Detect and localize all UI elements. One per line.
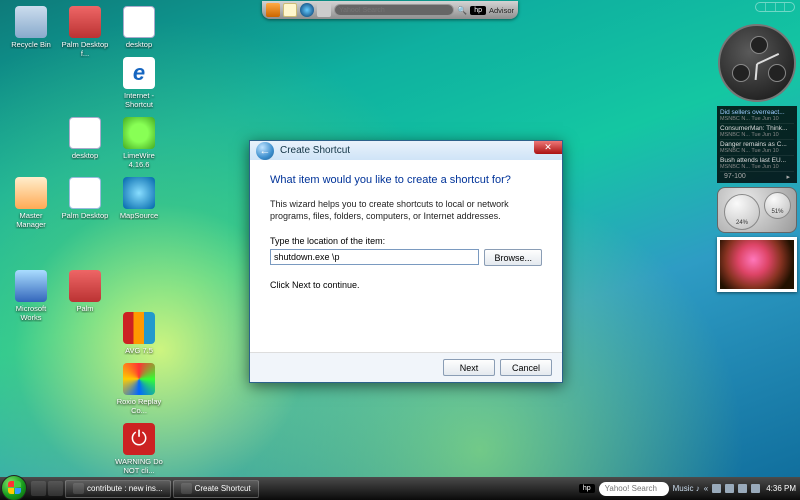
dock-icon-globe[interactable] — [300, 3, 314, 17]
tray-expand-icon[interactable]: « — [704, 484, 708, 493]
back-button-icon[interactable]: ← — [256, 142, 274, 160]
location-input[interactable] — [270, 249, 479, 265]
tray-icon-4[interactable] — [751, 484, 760, 493]
clock-gadget[interactable] — [718, 24, 796, 102]
desktop-icon[interactable]: Master Manager — [6, 177, 56, 229]
desktop-icon[interactable]: ⏻ WARNING Do NOT cli... — [114, 423, 164, 475]
dialog-heading: What item would you like to create a sho… — [270, 174, 542, 186]
desktop-icon[interactable]: Recycle Bin — [6, 6, 56, 49]
desktop-icon[interactable]: MapSource — [114, 177, 164, 220]
app-icon — [123, 117, 155, 149]
app-icon — [15, 270, 47, 302]
music-link[interactable]: Music ♪ — [673, 484, 700, 493]
tray-icon-1[interactable] — [712, 484, 721, 493]
ram-dial: 51% — [764, 192, 791, 219]
app-icon — [15, 177, 47, 209]
desktop-icon[interactable]: AVG 7.5 — [114, 312, 164, 355]
close-icon[interactable]: ✕ — [534, 141, 562, 154]
app-icon — [69, 6, 101, 38]
desktop-icon[interactable]: Palm — [60, 270, 110, 313]
desktop-icon[interactable]: Palm Desktop — [60, 177, 110, 220]
icon-label: Palm Desktop — [60, 211, 110, 220]
advisor-label[interactable]: Advisor — [489, 6, 514, 15]
feed-item[interactable]: Danger remains as C...MSNBC N... Tue Jun… — [720, 140, 794, 156]
app-icon: e — [123, 57, 155, 89]
continue-hint: Click Next to continue. — [270, 280, 542, 290]
windows-sidebar: Did sellers overreact...MSNBC N... Tue J… — [717, 24, 797, 292]
feed-item[interactable]: Bush attends last EU...MSNBC N... Tue Ju… — [720, 156, 794, 172]
app-icon — [123, 363, 155, 395]
dialog-title: Create Shortcut — [280, 145, 350, 156]
icon-label: AVG 7.5 — [114, 346, 164, 355]
icon-label: desktop — [60, 151, 110, 160]
slideshow-image — [720, 240, 794, 289]
app-icon — [123, 6, 155, 38]
feed-item[interactable]: ConsumerMan: Think...MSNBC N... Tue Jun … — [720, 124, 794, 140]
icon-label: WARNING Do NOT cli... — [114, 457, 164, 475]
desktop-icon[interactable]: LimeWire 4.16.6 — [114, 117, 164, 169]
cancel-button[interactable]: Cancel — [500, 359, 552, 376]
taskbar-search-input[interactable] — [599, 482, 669, 496]
taskbar-right: hp Music ♪ « 4:36 PM — [579, 482, 800, 496]
tray-icon-2[interactable] — [725, 484, 734, 493]
icon-label: Recycle Bin — [6, 40, 56, 49]
desktop-icon[interactable]: Microsoft Works — [6, 270, 56, 322]
cpu-meter-gadget[interactable]: 24% 51% — [717, 187, 797, 233]
tray-icon-3[interactable] — [738, 484, 747, 493]
desktop-wallpaper: Recycle Bin Palm Desktop f... desktop e Inte… — [0, 0, 800, 500]
app-icon — [123, 177, 155, 209]
quicklaunch-1[interactable] — [31, 481, 46, 496]
icon-label: desktop — [114, 40, 164, 49]
dock-icon-notes[interactable] — [283, 3, 297, 17]
dialog-footer: Next Cancel — [250, 352, 562, 382]
dialog-description: This wizard helps you to create shortcut… — [270, 198, 542, 222]
icon-label: Palm — [60, 304, 110, 313]
dock-icon-4[interactable] — [317, 3, 331, 17]
icon-label: Palm Desktop f... — [60, 40, 110, 58]
desktop-icon[interactable]: e Internet - Shortcut — [114, 57, 164, 109]
desktop-icons: Recycle Bin Palm Desktop f... desktop e Inte… — [4, 4, 169, 481]
desktop-icon[interactable]: Roxio Replay Co... — [114, 363, 164, 415]
icon-label: Internet - Shortcut — [114, 91, 164, 109]
browse-button[interactable]: Browse... — [484, 249, 542, 266]
icon-label: Microsoft Works — [6, 304, 56, 322]
feed-item[interactable]: Did sellers overreact...MSNBC N... Tue J… — [720, 108, 794, 124]
create-shortcut-dialog: ← Create Shortcut ✕ What item would you … — [249, 140, 563, 383]
desktop-icon[interactable]: desktop — [114, 6, 164, 49]
dock-icon-1[interactable] — [266, 3, 280, 17]
icon-label: Roxio Replay Co... — [114, 397, 164, 415]
desktop-icon[interactable]: desktop — [60, 117, 110, 160]
quicklaunch-2[interactable] — [48, 481, 63, 496]
next-button[interactable]: Next — [443, 359, 495, 376]
icon-label: Master Manager — [6, 211, 56, 229]
feed-next-icon[interactable]: ▸ — [786, 173, 790, 181]
hp-logo: hp — [470, 6, 486, 15]
app-icon: ⏻ — [123, 423, 155, 455]
app-icon — [15, 6, 47, 38]
app-icon — [69, 177, 101, 209]
slideshow-gadget[interactable] — [717, 237, 797, 292]
desktop-icon[interactable]: Palm Desktop f... — [60, 6, 110, 58]
hp-dock: 🔍 hp Advisor — [262, 1, 518, 19]
news-feed-gadget[interactable]: Did sellers overreact...MSNBC N... Tue J… — [717, 106, 797, 183]
feed-nav-range: 97-100 — [724, 173, 746, 181]
dock-search-go-icon[interactable]: 🔍 — [457, 6, 467, 15]
hp-logo-taskbar: hp — [579, 484, 595, 493]
taskbar-clock[interactable]: 4:36 PM — [766, 484, 796, 493]
taskbar-task[interactable]: Create Shortcut — [173, 480, 259, 498]
app-icon — [69, 117, 101, 149]
taskbar: contribute : new ins...Create Shortcut h… — [0, 477, 800, 500]
icon-label: MapSource — [114, 211, 164, 220]
cpu-dial: 24% — [724, 194, 760, 230]
start-button[interactable] — [1, 475, 27, 500]
sidebar-mini-controls[interactable] — [755, 2, 795, 12]
icon-label: LimeWire 4.16.6 — [114, 151, 164, 169]
taskbar-task[interactable]: contribute : new ins... — [65, 480, 171, 498]
dialog-titlebar[interactable]: ← Create Shortcut ✕ — [250, 141, 562, 160]
location-label: Type the location of the item: — [270, 236, 542, 246]
app-icon — [123, 312, 155, 344]
app-icon — [69, 270, 101, 302]
dock-search-input[interactable] — [334, 4, 454, 16]
